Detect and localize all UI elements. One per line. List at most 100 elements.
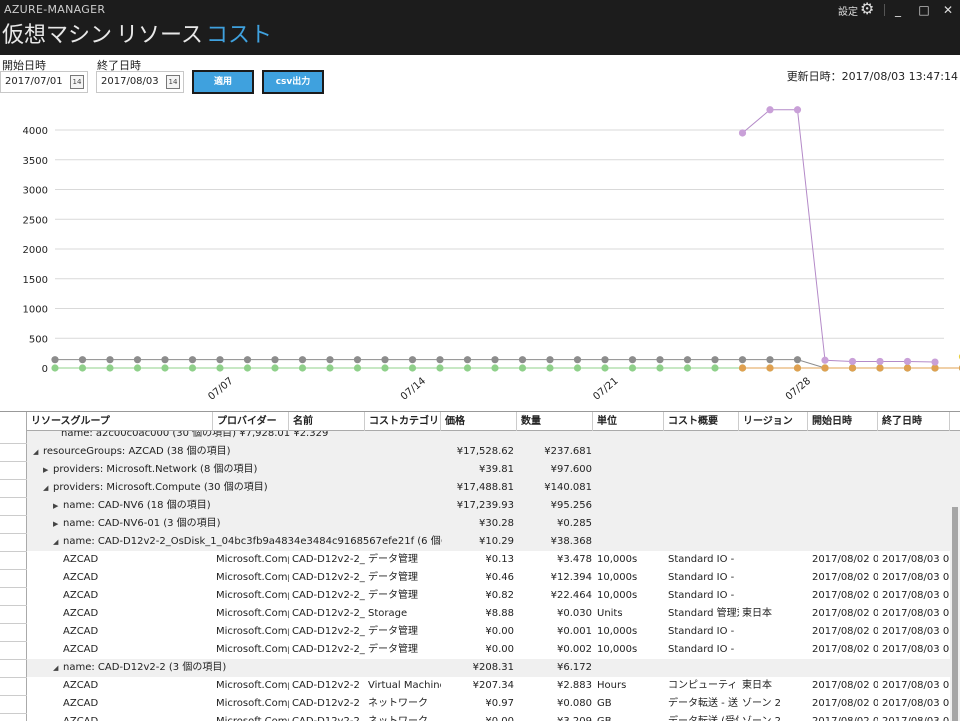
data-point (876, 364, 884, 372)
vertical-scrollbar[interactable] (950, 431, 960, 721)
x-tick-label: 07/28 (784, 376, 813, 403)
group-quantity: ¥95.256 (550, 500, 592, 511)
group-row[interactable]: ◢ resourceGroups: AZCAD (38 個の項目) ¥17,528.… (27, 443, 950, 461)
breadcrumb-resource[interactable]: リソース (116, 22, 203, 50)
cell-unit: 10,000s (597, 644, 638, 655)
cell-end-date: 2017/08/03 0 (882, 698, 950, 709)
data-point (271, 356, 279, 364)
cell-region (742, 569, 808, 587)
data-point (408, 364, 417, 372)
cell-quantity: ¥12.394 (550, 572, 592, 583)
titlebar-separator (884, 4, 885, 16)
data-point (381, 364, 389, 372)
cell-unit: 10,000s (597, 590, 638, 601)
cell-unit: 10,000s (597, 554, 638, 565)
group-label: name: CAD-NV6 (18 個の項目) (63, 500, 211, 511)
data-point (793, 364, 802, 372)
group-label: name: CAD-D12v2-2 (3 個の項目) (63, 662, 227, 673)
collapse-arrow-icon[interactable]: ◢ (33, 443, 43, 461)
table-row[interactable]: AZCAD Microsoft.Comp CAD-D12v2-2_ データ管理 ¥0.8… (27, 587, 950, 605)
data-point (601, 356, 609, 364)
collapse-arrow-icon[interactable]: ◢ (53, 659, 63, 677)
group-price: ¥39.81 (479, 464, 514, 475)
group-row[interactable]: ▶ name: CAD-NV6-01 (3 個の項目) ¥30.28 ¥0.285 (27, 515, 950, 533)
group-row[interactable]: ◢ name: CAD-D12v2-2_OsDisk_1_04bc3fb9a483… (27, 533, 950, 551)
cell-region: ゾーン 2 (742, 698, 782, 709)
expand-arrow-icon[interactable]: ▶ (53, 497, 63, 515)
data-point (51, 364, 59, 372)
minimize-button[interactable]: _ (888, 1, 908, 19)
column-header[interactable]: コストカテゴリ (365, 412, 441, 431)
end-date-value[interactable]: 2017/08/03 (101, 76, 159, 87)
data-point (601, 364, 609, 372)
cost-chart: 0 500 1000 1500 2000 2500 3000 3500 4000 07/07 07/… (23, 106, 960, 403)
table-row[interactable]: AZCAD Microsoft.Comp CAD-D12v2-2_ Storage ¥8… (27, 605, 950, 623)
table-row[interactable]: AZCAD Microsoft.Comp CAD-D12v2-2_ データ管理 ¥0.1… (27, 551, 950, 569)
gear-icon[interactable]: ⚙ (860, 0, 874, 18)
cell-cost-category: データ管理 (368, 626, 418, 637)
data-point (463, 364, 472, 372)
column-header[interactable]: 終了日時 (878, 412, 950, 431)
column-header[interactable]: 開始日時 (808, 412, 878, 431)
column-header[interactable]: 名前 (289, 412, 365, 431)
data-point (518, 356, 527, 364)
data-point (298, 364, 307, 372)
table-row[interactable]: AZCADMicrosoft.CompCAD-D12v2-2ネットワーク¥0.0… (27, 713, 950, 721)
column-header[interactable]: コスト概要 (664, 412, 739, 431)
column-header[interactable]: 数量 (517, 412, 593, 431)
group-quantity: ¥6.172 (557, 662, 592, 673)
column-header[interactable]: リージョン (739, 412, 808, 431)
csv-export-button[interactable]: csv出力 (262, 70, 324, 94)
table-row[interactable]: AZCAD Microsoft.Comp CAD-D12v2-2 Virtual Ma… (27, 677, 950, 695)
cell-start-date: 2017/08/02 0 (812, 554, 878, 565)
cell-cost-category: ネットワーク (368, 713, 441, 721)
data-point (491, 356, 499, 364)
data-point (436, 364, 444, 372)
collapse-arrow-icon[interactable]: ◢ (53, 533, 63, 551)
close-button[interactable]: ✕ (938, 1, 958, 19)
breadcrumb-vm[interactable]: 仮想マシン (2, 22, 112, 50)
start-date-picker[interactable]: 2017/07/01 14 (0, 71, 88, 93)
cell-cost-category: ネットワーク (368, 698, 428, 709)
data-point (188, 356, 197, 364)
start-date-value[interactable]: 2017/07/01 (5, 76, 63, 87)
cell-cost-category: Virtual Machine (368, 680, 441, 691)
data-point (766, 364, 774, 372)
scrollbar-thumb[interactable] (952, 507, 958, 721)
apply-button[interactable]: 適用 (192, 70, 254, 94)
table-row[interactable]: AZCAD Microsoft.Comp CAD-D12v2-2_ データ管理 ¥0.0… (27, 623, 950, 641)
data-point (326, 364, 334, 372)
table-row[interactable]: AZCAD Microsoft.Comp CAD-D12v2-2_ データ管理 ¥0.4… (27, 569, 950, 587)
data-point (51, 356, 59, 364)
collapse-arrow-icon[interactable]: ◢ (43, 479, 53, 497)
group-row[interactable]: ◢ name: CAD-D12v2-2 (3 個の項目) ¥208.31 ¥6.172 (27, 659, 950, 677)
group-row[interactable]: ◢ providers: Microsoft.Compute (30 個の項目) ¥… (27, 479, 950, 497)
column-header[interactable]: プロバイダー (213, 412, 289, 431)
calendar-icon[interactable]: 14 (166, 75, 180, 89)
data-point (683, 356, 692, 364)
column-header[interactable]: リソースグループ (27, 412, 213, 431)
data-point (381, 356, 389, 364)
group-label: name: CAD-NV6-01 (3 個の項目) (63, 518, 221, 529)
cell-unit: Units (597, 608, 623, 619)
table-row[interactable]: AZCAD Microsoft.Comp CAD-D12v2-2 ネットワーク ¥0.9… (27, 695, 950, 713)
end-date-picker[interactable]: 2017/08/03 14 (96, 71, 184, 93)
cell-resource-group: AZCAD (63, 608, 99, 619)
expand-arrow-icon[interactable]: ▶ (53, 515, 63, 533)
cell-region (742, 641, 808, 659)
cell-cost-summary: Standard IO - (668, 572, 735, 583)
table-row[interactable]: AZCAD Microsoft.Comp CAD-D12v2-2_ データ管理 ¥0.0… (27, 641, 950, 659)
expand-arrow-icon[interactable]: ▶ (43, 461, 53, 479)
group-row[interactable]: ▶ name: CAD-NV6 (18 個の項目) ¥17,239.93 ¥95.25… (27, 497, 950, 515)
group-row[interactable]: ▶ providers: Microsoft.Network (8 個の項目) ¥3… (27, 461, 950, 479)
table-row-partial[interactable]: name: a2c00c0ac000 (30 個の項目) ¥7,928.01 ¥… (27, 431, 950, 443)
group-quantity: ¥38.368 (550, 536, 592, 547)
cell-resource-group: AZCAD (63, 554, 99, 565)
maximize-button[interactable]: □ (914, 1, 934, 19)
data-point (298, 356, 307, 364)
calendar-icon[interactable]: 14 (70, 75, 84, 89)
title-bar: AZURE-MANAGER 設定 ⚙ _ □ ✕ (0, 0, 960, 20)
settings-label[interactable]: 設定 (838, 3, 858, 18)
column-header[interactable]: 価格 (441, 412, 517, 431)
column-header[interactable]: 単位 (593, 412, 664, 431)
